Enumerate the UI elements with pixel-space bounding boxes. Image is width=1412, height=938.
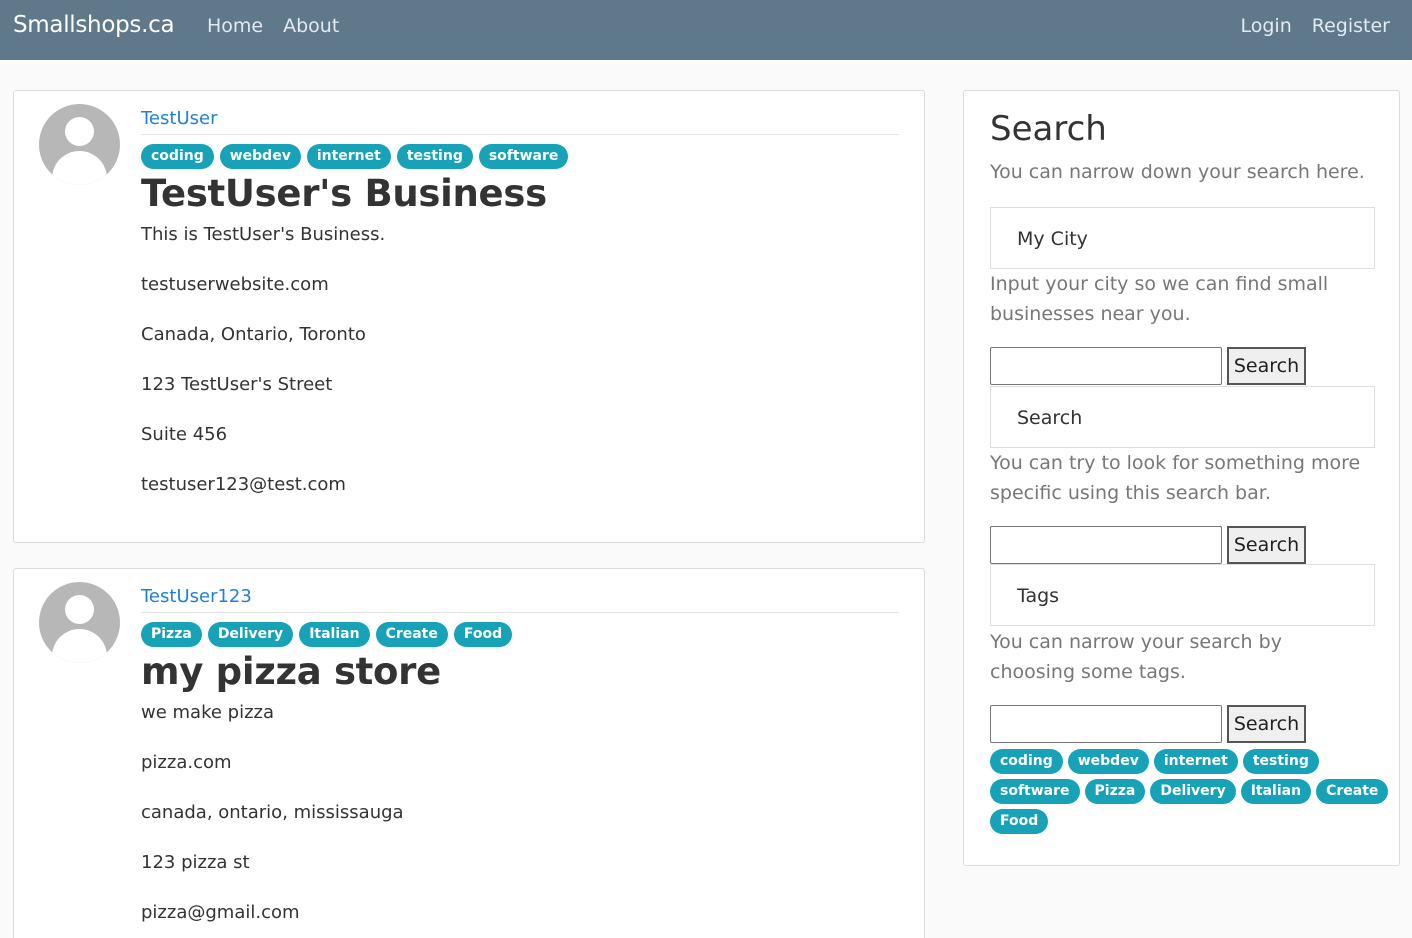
- tag-badge[interactable]: webdev: [219, 144, 301, 169]
- tags-input[interactable]: [990, 705, 1222, 743]
- tag-badge[interactable]: coding: [141, 144, 214, 169]
- listing-website: pizza.com: [141, 752, 232, 773]
- listing-website: testuserwebsite.com: [141, 274, 329, 295]
- tag-badge[interactable]: internet: [306, 144, 391, 169]
- tag-badge[interactable]: Delivery: [1150, 779, 1236, 804]
- listing-body: TestUser123 Pizza Delivery Italian Creat…: [141, 586, 899, 938]
- sidebar-title: Search: [990, 109, 1107, 149]
- listing-tags: coding webdev internet testing software: [141, 144, 899, 169]
- listing-username-link[interactable]: TestUser123: [141, 586, 899, 613]
- search-sidebar: Search You can narrow down your search h…: [963, 90, 1400, 866]
- tags-search-button[interactable]: Search: [1227, 705, 1306, 743]
- nav-right: Login Register: [1241, 15, 1391, 37]
- listing-body: TestUser coding webdev internet testing …: [141, 108, 899, 524]
- tag-badge[interactable]: software: [990, 779, 1080, 804]
- tag-badge[interactable]: Food: [453, 622, 513, 647]
- avatar-body: [52, 151, 107, 185]
- city-description: Input your city so we can find small bus…: [990, 273, 1329, 325]
- search-description: You can try to look for something more s…: [990, 452, 1361, 504]
- keyword-search-button[interactable]: Search: [1227, 526, 1306, 564]
- listing-location: canada, ontario, mississauga: [141, 802, 404, 823]
- nav-left: Home About: [207, 15, 339, 37]
- city-search-button[interactable]: Search: [1227, 347, 1306, 385]
- listing-title: my pizza store: [141, 650, 441, 693]
- listing-description: This is TestUser's Business.: [141, 224, 386, 245]
- search-section-header: Search: [990, 386, 1375, 448]
- listing-location: Canada, Ontario, Toronto: [141, 324, 366, 345]
- tags-section-header: Tags: [990, 564, 1375, 626]
- city-input[interactable]: [990, 347, 1222, 385]
- sidebar-tag-list: coding webdev internet testing software …: [990, 749, 1390, 834]
- nav-about-link[interactable]: About: [283, 15, 339, 37]
- keyword-search-row: Search: [990, 526, 1306, 564]
- listing-card: TestUser123 Pizza Delivery Italian Creat…: [13, 568, 925, 938]
- city-search-row: Search: [990, 347, 1306, 385]
- tags-description: You can narrow your search by choosing s…: [990, 631, 1282, 683]
- tag-badge[interactable]: Italian: [1240, 779, 1312, 804]
- keyword-search-input[interactable]: [990, 526, 1222, 564]
- tag-badge[interactable]: webdev: [1067, 749, 1149, 774]
- tag-badge[interactable]: Pizza: [141, 622, 202, 647]
- nav-home-link[interactable]: Home: [207, 15, 263, 37]
- listing-description: we make pizza: [141, 702, 275, 723]
- tags-search-row: Search: [990, 705, 1306, 743]
- tag-badge[interactable]: Food: [990, 809, 1049, 834]
- navbar: Smallshops.ca Home About Login Register: [0, 0, 1412, 60]
- tag-badge[interactable]: Pizza: [1084, 779, 1146, 804]
- nav-register-link[interactable]: Register: [1312, 15, 1390, 37]
- tag-badge[interactable]: testing: [396, 144, 473, 169]
- tag-badge[interactable]: software: [478, 144, 569, 169]
- tag-badge[interactable]: testing: [1242, 749, 1319, 774]
- avatar-head: [65, 595, 94, 624]
- listing-address-2: Suite 456: [141, 424, 228, 445]
- brand-link[interactable]: Smallshops.ca: [13, 12, 175, 38]
- listing-email: pizza@gmail.com: [141, 902, 300, 923]
- sidebar-subtitle: You can narrow down your search here.: [990, 161, 1365, 183]
- listing-username-link[interactable]: TestUser: [141, 108, 899, 135]
- listing-title: TestUser's Business: [141, 172, 547, 215]
- tag-badge[interactable]: Create: [375, 622, 448, 647]
- tag-badge[interactable]: coding: [990, 749, 1063, 774]
- tag-badge[interactable]: internet: [1153, 749, 1238, 774]
- avatar-head: [65, 117, 94, 146]
- tag-badge[interactable]: Delivery: [207, 622, 294, 647]
- listing-tags: Pizza Delivery Italian Create Food: [141, 622, 899, 647]
- listing-card: TestUser coding webdev internet testing …: [13, 90, 925, 543]
- city-section-header: My City: [990, 207, 1375, 269]
- tag-badge[interactable]: Create: [1316, 779, 1389, 804]
- nav-login-link[interactable]: Login: [1241, 15, 1292, 37]
- tag-badge[interactable]: Italian: [299, 622, 370, 647]
- avatar: [39, 104, 120, 185]
- avatar: [39, 582, 120, 663]
- listing-email: testuser123@test.com: [141, 474, 346, 495]
- avatar-body: [52, 629, 107, 663]
- listing-address: 123 TestUser's Street: [141, 374, 333, 395]
- listing-address: 123 pizza st: [141, 852, 250, 873]
